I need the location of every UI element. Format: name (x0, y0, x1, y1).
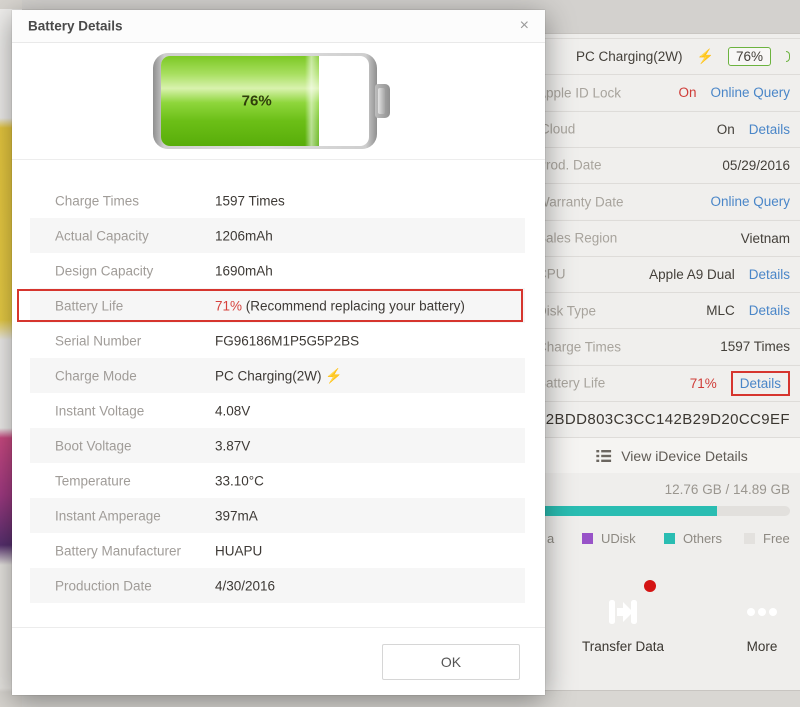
info-value: 05/29/2016 (722, 158, 790, 173)
info-label: Warranty Date (537, 194, 624, 209)
detail-value: PC Charging(2W) ⚡ (215, 367, 343, 384)
detail-value: 4.08V (215, 403, 250, 418)
battery-detail-row: Battery Manufacturer HUAPU (30, 533, 525, 568)
battery-detail-row: Production Date 4/30/2016 (30, 568, 525, 603)
battery-fill (161, 56, 319, 146)
detail-label: Battery Life (55, 298, 123, 313)
detail-label: Battery Manufacturer (55, 543, 181, 558)
info-value: Apple A9 Dual (649, 267, 735, 282)
detail-value: 1597 Times (215, 193, 285, 208)
info-value: 71% (690, 376, 717, 391)
battery-graphic-zone: 76% (12, 43, 545, 160)
detail-value: 33.10°C (215, 473, 264, 488)
details-link[interactable]: Details (749, 267, 790, 282)
legend-item: Free (744, 531, 790, 546)
legend-label: Others (683, 531, 722, 546)
detail-label: Boot Voltage (55, 438, 132, 453)
battery-detail-row: Instant Voltage 4.08V (30, 393, 525, 428)
battery-percent-badge: 76% (728, 47, 771, 66)
detail-value: FG96186M1P5G5P2BS (215, 333, 359, 348)
detail-value: 4/30/2016 (215, 578, 275, 593)
legend-item: a (547, 531, 554, 546)
notification-dot (644, 580, 656, 592)
more-label[interactable]: More (702, 639, 800, 654)
dialog-header: Battery Details × (12, 10, 545, 43)
detail-label: Instant Amperage (55, 508, 161, 523)
battery-detail-row: Battery Life 71% (Recommend replacing you… (30, 288, 525, 323)
badge-terminal (786, 51, 790, 62)
battery-percent-label: 76% (242, 93, 272, 110)
detail-label: Temperature (55, 473, 131, 488)
detail-value: 1206mAh (215, 228, 273, 243)
details-link[interactable]: Details (749, 122, 790, 137)
view-idevice-details-button[interactable]: View iDevice Details (596, 448, 748, 464)
detail-label: Charge Mode (55, 368, 137, 383)
legend-swatch (744, 533, 755, 544)
info-label: Prod. Date (537, 158, 602, 173)
battery-detail-row: Charge Times 1597 Times (30, 183, 525, 218)
legend-swatch (582, 533, 593, 544)
detail-value: 397mA (215, 508, 258, 523)
legend-label: UDisk (601, 531, 636, 546)
info-label: Charge Times (537, 339, 621, 354)
charging-bolt-icon: ⚡ (697, 48, 714, 65)
battery-graphic: 76% (153, 53, 407, 149)
detail-label: Design Capacity (55, 263, 153, 278)
transfer-data-label[interactable]: Transfer Data (563, 639, 683, 654)
info-value: Vietnam (741, 231, 790, 246)
info-value: PC Charging(2W) (576, 49, 683, 64)
detail-value: 71% (Recommend replacing your battery) (215, 298, 465, 313)
detail-label: Charge Times (55, 193, 139, 208)
battery-details-dialog: Battery Details × 76% Charge Times 1597 T… (12, 10, 545, 695)
transfer-data-icon[interactable] (595, 584, 651, 640)
info-label: Sales Region (537, 231, 617, 246)
detail-value: 1690mAh (215, 263, 273, 278)
detail-label: Serial Number (55, 333, 141, 348)
detail-label: Actual Capacity (55, 228, 149, 243)
battery-detail-row: Instant Amperage 397mA (30, 498, 525, 533)
info-label: Apple ID Lock (537, 85, 621, 100)
battery-detail-row: Design Capacity 1690mAh (30, 253, 525, 288)
battery-detail-row: Charge Mode PC Charging(2W) ⚡ (30, 358, 525, 393)
battery-detail-row: Boot Voltage 3.87V (30, 428, 525, 463)
close-icon[interactable]: × (516, 16, 533, 36)
legend-label: a (547, 531, 554, 546)
legend-item: Others (664, 531, 722, 546)
online-query-link[interactable]: Online Query (710, 194, 790, 209)
dialog-title: Battery Details (28, 19, 123, 34)
dialog-footer: OK (12, 627, 545, 695)
detail-value: HUAPU (215, 543, 262, 558)
details-link[interactable]: Details (749, 303, 790, 318)
battery-terminal (375, 84, 390, 118)
info-value: MLC (706, 303, 735, 318)
battery-detail-row: Actual Capacity 1206mAh (30, 218, 525, 253)
charging-bolt-icon: ⚡ (322, 367, 343, 383)
more-icon[interactable] (734, 584, 790, 640)
legend-item: UDisk (582, 531, 636, 546)
info-value: On (678, 85, 696, 100)
battery-detail-row: Temperature 33.10°C (30, 463, 525, 498)
ok-button[interactable]: OK (382, 644, 520, 680)
battery-frame: 76% (153, 53, 377, 149)
detail-label: Instant Voltage (55, 403, 144, 418)
detail-value: 3.87V (215, 438, 250, 453)
info-label: Battery Life (537, 376, 605, 391)
details-link[interactable]: Details (731, 371, 790, 396)
info-value: On (717, 122, 735, 137)
info-label: Disk Type (537, 303, 596, 318)
legend-swatch (664, 533, 675, 544)
battery-detail-row: Serial Number FG96186M1P5G5P2BS (30, 323, 525, 358)
detail-label: Production Date (55, 578, 152, 593)
legend-label: Free (763, 531, 790, 546)
storage-usage-text: 12.76 GB / 14.89 GB (665, 482, 790, 497)
online-query-link[interactable]: Online Query (710, 85, 790, 100)
info-value: 1597 Times (720, 339, 790, 354)
